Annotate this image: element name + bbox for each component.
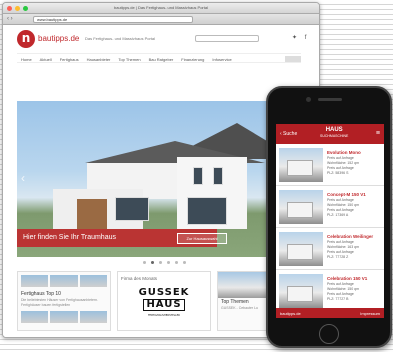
gussek-haus-logo: GUSSEK HAUS FERTIGHAUSHERSTELLER [133,288,195,321]
mobile-footer: bautipps.de Impressum [276,308,384,318]
mobile-back-button[interactable]: ‹ Suche [280,131,297,137]
speaker-grille [318,98,342,101]
nav-item-aktuell[interactable]: Aktuell [36,54,56,62]
nav-item-hausanbieter[interactable]: Hausanbieter [83,54,115,62]
item-details: Preis auf Anfrage Wohnfläche: 152 qm Preis… [327,156,360,175]
card-description: Die beliebtesten Häuser von Fertighausan… [21,298,99,307]
logo-line: GUSSEK [138,287,190,298]
list-item[interactable]: Celebration Weilinger Preis auf Anfrage W… [276,228,384,270]
item-title: Celebration Weilinger [327,234,374,239]
social-icons[interactable]: ✦ f [292,34,309,41]
card-title: Firma des Monats [121,276,158,281]
slider-dot[interactable] [167,261,170,264]
card-firma-des-monats[interactable]: Firma des Monats GUSSEK HAUS FERTIGHAUSH… [117,271,211,331]
address-bar[interactable]: www.bautipps.de [33,16,193,23]
nav-item-fertighaus[interactable]: Fertighaus [56,54,83,62]
slider-dot[interactable] [159,261,162,264]
item-details: Preis auf Anfrage Wohnfläche: 150 qm Preis… [327,282,360,301]
slider-dot-active[interactable] [151,261,154,264]
search-input[interactable] [195,35,259,42]
house-wood-panel [77,199,107,229]
mobile-logo-line2: SUCHMASCHINE [320,134,349,138]
hero-slider[interactable]: ‹ › Hier finden Sie Ihr Traumhaus Zur Ha… [17,101,307,257]
house-thumbnail [279,274,323,308]
logo-line-boxed: HAUS [143,299,185,311]
nav-item-top-themen[interactable]: Top Themen [114,54,144,62]
footer-link-home[interactable]: bautipps.de [280,311,301,316]
footer-link-impressum[interactable]: Impressum [360,311,380,316]
house-thumbnail [279,190,323,224]
nav-item-home[interactable]: Home [17,54,36,62]
main-navigation: Home Aktuell Fertighaus Hausanbieter Top… [17,53,301,63]
list-item[interactable]: Celebration 150 V1 Preis auf Anfrage Wohn… [276,270,384,312]
hero-cta-button[interactable]: Zur Hausauswahl [177,233,227,244]
slider-dot[interactable] [183,261,186,264]
nav-item-finanzierung[interactable]: Finanzierung [177,54,208,62]
site-tagline: Das Fertighaus- und Massivhaus Portal [85,36,156,41]
slider-dot[interactable] [175,261,178,264]
house-thumbnail [279,148,323,182]
mobile-header: ‹ Suche HAUS SUCHMASCHINE ≡ [276,124,384,144]
mobile-phone: ‹ Suche HAUS SUCHMASCHINE ≡ Evolution Mo… [266,86,392,348]
item-title: Evolution Mono [327,150,361,155]
mobile-screen: ‹ Suche HAUS SUCHMASCHINE ≡ Evolution Mo… [276,124,384,318]
bautipps-logo-icon[interactable]: n [17,30,35,48]
slider-prev-icon[interactable]: ‹ [21,171,25,185]
house-thumbnail [279,232,323,266]
browser-toolbar: ‹ › www.bautipps.de [3,14,319,25]
list-item[interactable]: Evolution Mono Preis auf Anfrage Wohnfläc… [276,144,384,186]
house-thumbnail [21,275,49,287]
slider-dot[interactable] [143,261,146,264]
home-button[interactable] [319,324,339,344]
site-logo-text[interactable]: bautipps.de [38,34,79,43]
card-title: Fertighaus Top 10 [21,291,61,297]
nav-item-bau-ratgeber[interactable]: Bau Ratgeber [145,54,178,62]
menu-icon[interactable]: ≡ [376,130,380,137]
window-titlebar: bautipps.de | Das Fertighaus- und Massiv… [3,3,319,14]
logo-subtitle: FERTIGHAUSHERSTELLER [148,314,180,317]
back-forward-icon[interactable]: ‹ › [7,16,13,23]
camera-icon [306,97,311,102]
card-thumbnails [18,272,110,290]
house-thumbnail [79,311,107,323]
house-window [213,167,223,185]
item-details: Preis auf Anfrage Wohnfläche: 150 qm Preis… [327,198,360,217]
slider-indicator [143,261,186,264]
item-title: Celebration 150 V1 [327,276,368,281]
card-fertighaus-top10[interactable]: Fertighaus Top 10 Die beliebtesten Häuse… [17,271,111,331]
card-thumbnails-bottom [18,308,110,326]
mobile-logo[interactable]: HAUS SUCHMASCHINE [320,127,348,139]
house-thumbnail [21,311,49,323]
list-item[interactable]: Concept-M 150 V1 Preis auf Anfrage Wohnfl… [276,186,384,228]
item-details: Preis auf Anfrage Wohnfläche: 163 qm Preis… [327,240,360,259]
nav-item-infoservice[interactable]: Infoservice [208,54,235,62]
item-title: Concept-M 150 V1 [327,192,366,197]
house-thumbnail [50,311,78,323]
nav-more-button[interactable] [285,56,301,62]
house-thumbnail [50,275,78,287]
house-window [187,197,227,225]
house-window [193,167,203,185]
house-thumbnail [79,275,107,287]
window-title: bautipps.de | Das Fertighaus- und Massiv… [114,5,208,10]
house-window [115,197,149,221]
